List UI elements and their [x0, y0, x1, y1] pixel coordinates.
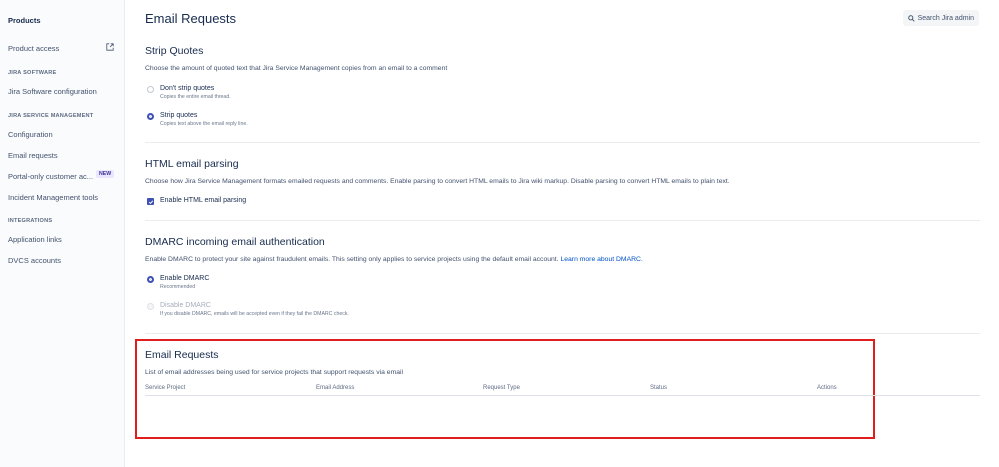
sidebar-item-product-access[interactable]: Product access [8, 44, 59, 53]
search-jira-admin-button[interactable]: Search Jira admin [902, 10, 979, 26]
strip-quotes-title: Strip Quotes [145, 45, 204, 57]
option-hint: Recommended [160, 284, 196, 290]
sidebar-heading-jira-software: JIRA SOFTWARE [8, 70, 57, 76]
html-parsing-checkbox-row[interactable]: Enable HTML email parsing [147, 197, 246, 205]
sidebar-item-incident-tools[interactable]: Incident Management tools [8, 193, 98, 202]
sidebar-item-dvcs-accounts[interactable]: DVCS accounts [8, 256, 61, 265]
html-parsing-title: HTML email parsing [145, 158, 239, 170]
radio-option-enable-dmarc[interactable]: Enable DMARC Recommended [147, 275, 209, 290]
column-header-request-type[interactable]: Request Type [483, 385, 520, 391]
radio-dont-strip[interactable] [147, 86, 154, 93]
sidebar-heading-integrations: INTEGRATIONS [8, 218, 53, 224]
admin-sidebar: Products Product access JIRA SOFTWARE Ji… [0, 0, 125, 467]
sidebar-item-application-links[interactable]: Application links [8, 235, 62, 244]
radio-disable-dmarc[interactable] [147, 303, 154, 310]
radio-enable-dmarc[interactable] [147, 276, 154, 283]
section-divider [145, 142, 980, 143]
radio-option-disable-dmarc[interactable]: Disable DMARC If you disable DMARC, emai… [147, 302, 349, 317]
option-label: Strip quotes [160, 112, 198, 119]
column-header-status[interactable]: Status [650, 385, 667, 391]
sidebar-item-portal-only[interactable]: Portal-only customer ac... [8, 172, 93, 181]
dmarc-description: Enable DMARC to protect your site agains… [145, 256, 643, 263]
option-label: Don't strip quotes [160, 85, 215, 92]
option-label: Enable DMARC [160, 275, 210, 282]
dmarc-title: DMARC incoming email authentication [145, 236, 325, 248]
sidebar-item-jira-software-config[interactable]: Jira Software configuration [8, 87, 97, 96]
option-hint: Copies the entire email thread. [160, 94, 231, 100]
new-badge: NEW [96, 170, 115, 178]
strip-quotes-description: Choose the amount of quoted text that Ji… [145, 65, 448, 72]
search-label: Search Jira admin [917, 14, 974, 22]
external-link-icon[interactable] [106, 43, 114, 51]
email-requests-title: Email Requests [145, 349, 219, 361]
sidebar-item-configuration[interactable]: Configuration [8, 130, 53, 139]
html-parsing-checkbox[interactable] [147, 198, 154, 205]
column-header-email-address[interactable]: Email Address [316, 385, 354, 391]
checkbox-label: Enable HTML email parsing [160, 197, 247, 204]
page-title: Email Requests [145, 11, 237, 26]
option-hint: If you disable DMARC, emails will be acc… [160, 311, 349, 317]
sidebar-item-email-requests[interactable]: Email requests [8, 151, 58, 160]
column-header-service-project[interactable]: Service Project [145, 385, 185, 391]
search-icon [907, 14, 915, 22]
column-header-actions: Actions [817, 385, 837, 391]
main-content: Email Requests Search Jira admin Strip Q… [125, 0, 999, 467]
radio-strip[interactable] [147, 113, 154, 120]
option-label: Disable DMARC [160, 302, 211, 309]
check-icon [148, 199, 153, 204]
learn-more-dmarc-link[interactable]: Learn more about DMARC. [560, 256, 642, 263]
sidebar-heading-jsm: JIRA SERVICE MANAGEMENT [8, 113, 94, 119]
option-hint: Copies text above the email reply line. [160, 121, 248, 127]
html-parsing-description: Choose how Jira Service Management forma… [145, 178, 730, 185]
radio-option-dont-strip[interactable]: Don't strip quotes Copies the entire ema… [147, 85, 231, 100]
section-divider [145, 333, 980, 334]
section-divider [145, 220, 980, 221]
radio-option-strip[interactable]: Strip quotes Copies text above the email… [147, 112, 248, 127]
dmarc-description-text: Enable DMARC to protect your site agains… [145, 256, 559, 263]
table-header-divider [145, 395, 980, 396]
email-requests-description: List of email addresses being used for s… [145, 369, 404, 376]
sidebar-title: Products [8, 16, 41, 25]
